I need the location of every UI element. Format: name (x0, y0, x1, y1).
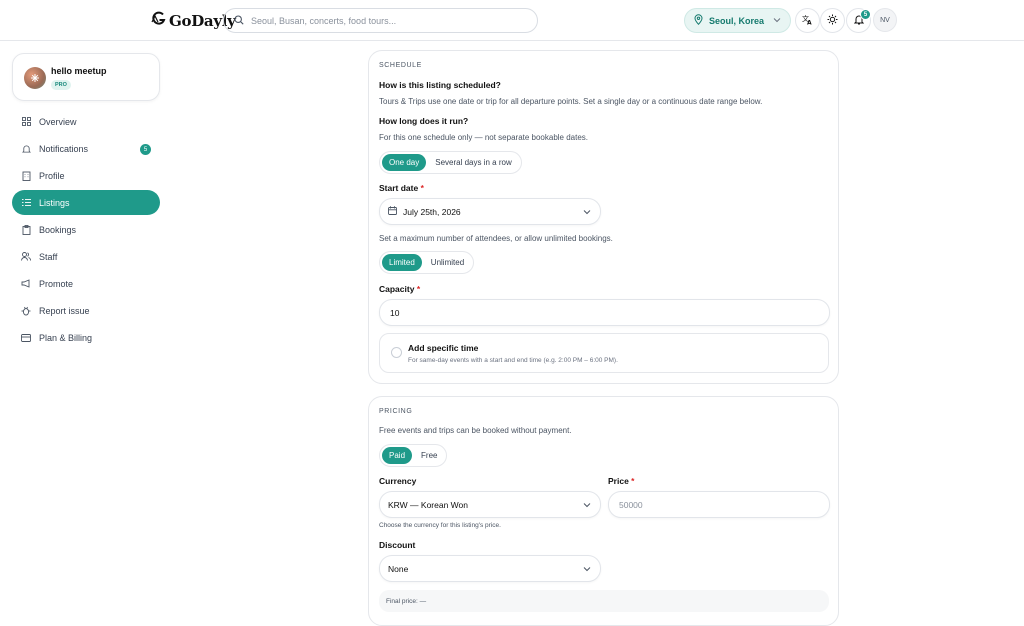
discount-select[interactable]: None (379, 555, 601, 582)
clipboard-icon (21, 224, 31, 235)
sidebar-item-listings[interactable]: Listings (12, 190, 160, 215)
start-date-label-text: Start date (379, 183, 419, 193)
sidebar: hello meetup PRO Overview Notifications … (0, 41, 172, 607)
start-date-label: Start date * (379, 183, 424, 193)
org-name: hello meetup (51, 66, 107, 76)
currency-help: Choose the currency for this listing's p… (379, 522, 501, 529)
sidebar-item-promote[interactable]: Promote (12, 271, 160, 296)
required-marker: * (420, 183, 424, 193)
pricing-card: PRICING Free events and trips can be boo… (368, 396, 839, 626)
several-days-option[interactable]: Several days in a row (428, 154, 518, 171)
specific-time-option[interactable]: Add specific time For same-day events wi… (379, 333, 829, 373)
final-price: Final price: — (379, 590, 829, 612)
list-icon (21, 198, 31, 208)
capacity-input[interactable] (379, 299, 830, 326)
sidebar-item-staff[interactable]: Staff (12, 244, 160, 269)
attendees-help: Set a maximum number of attendees, or al… (379, 234, 613, 243)
sidebar-item-bookings[interactable]: Bookings (12, 217, 160, 242)
limited-option[interactable]: Limited (382, 254, 422, 271)
sidebar-nav: Overview Notifications 5 Profile Listing… (12, 109, 160, 352)
search-bar[interactable] (223, 8, 538, 33)
pricing-help: Free events and trips can be booked with… (379, 426, 572, 435)
capacity-toggle: Limited Unlimited (379, 251, 475, 274)
schedule-card: SCHEDULE How is this listing scheduled? … (368, 50, 839, 384)
currency-label: Currency (379, 476, 417, 486)
building-icon (21, 171, 31, 181)
search-icon (234, 12, 244, 30)
location-selector[interactable]: Seoul, Korea (684, 8, 791, 33)
megaphone-icon (21, 279, 31, 289)
discount-label: Discount (379, 540, 416, 550)
schedule-help: Tours & Trips use one date or trip for a… (379, 97, 763, 106)
top-bar: GoDayly Seoul, Korea 文A 5 NV (0, 0, 1024, 41)
capacity-label-text: Capacity (379, 284, 415, 294)
sidebar-item-label: Plan & Billing (39, 332, 93, 343)
sidebar-item-plan-billing[interactable]: Plan & Billing (12, 325, 160, 350)
bell-icon (21, 144, 31, 154)
plan-badge: PRO (51, 80, 71, 90)
start-date-value: July 25th, 2026 (403, 206, 461, 217)
notification-count-badge: 5 (860, 9, 871, 20)
chevron-down-icon (583, 565, 591, 575)
currency-value: KRW — Korean Won (388, 499, 468, 510)
duration-toggle: One day Several days in a row (379, 151, 522, 174)
chevron-down-icon (773, 16, 781, 26)
search-input[interactable] (251, 15, 511, 26)
sidebar-item-label: Notifications (39, 143, 89, 154)
sidebar-item-profile[interactable]: Profile (12, 163, 160, 188)
bug-icon (21, 306, 31, 316)
schedule-question: How is this listing scheduled? (379, 80, 501, 90)
grid-icon (21, 117, 31, 127)
price-input[interactable] (608, 491, 830, 518)
pricing-section-title: PRICING (379, 408, 413, 415)
price-label: Price * (608, 476, 634, 486)
paid-option[interactable]: Paid (382, 447, 413, 464)
sidebar-item-label: Overview (39, 116, 77, 127)
specific-time-radio[interactable] (391, 347, 402, 358)
sidebar-item-label: Listings (39, 197, 70, 208)
schedule-section-title: SCHEDULE (379, 62, 422, 69)
user-avatar[interactable]: NV (873, 8, 897, 32)
free-option[interactable]: Free (414, 447, 444, 464)
sidebar-item-label: Staff (39, 251, 58, 262)
svg-text:A: A (807, 19, 812, 25)
notifications-count-badge: 5 (140, 144, 151, 155)
pricing-toggle: Paid Free (379, 444, 448, 467)
capacity-label: Capacity * (379, 284, 420, 294)
unlimited-option[interactable]: Unlimited (424, 254, 471, 271)
discount-value: None (388, 563, 409, 574)
translate-button[interactable]: 文A (795, 8, 820, 33)
chevron-down-icon (583, 208, 591, 218)
sidebar-item-label: Bookings (39, 224, 77, 235)
specific-time-title: Add specific time (408, 343, 479, 353)
translate-icon: 文A (802, 12, 813, 30)
specific-time-help: For same-day events with a start and end… (408, 357, 618, 364)
required-marker: * (416, 284, 421, 294)
sidebar-item-label: Report issue (39, 305, 90, 316)
one-day-option[interactable]: One day (382, 154, 427, 171)
required-marker: * (631, 476, 635, 486)
sidebar-item-label: Profile (39, 170, 65, 181)
org-card[interactable]: hello meetup PRO (12, 53, 160, 101)
start-date-picker[interactable]: July 25th, 2026 (379, 198, 601, 225)
sidebar-item-label: Promote (39, 278, 74, 289)
credit-card-icon (21, 333, 31, 343)
org-avatar (24, 67, 46, 89)
theme-toggle-button[interactable] (820, 8, 845, 33)
logo-mark-icon (151, 10, 167, 31)
chevron-down-icon (583, 501, 591, 511)
sidebar-item-overview[interactable]: Overview (12, 109, 160, 134)
sidebar-item-report-issue[interactable]: Report issue (12, 298, 160, 323)
calendar-icon (388, 206, 397, 217)
duration-help: For this one schedule only — not separat… (379, 133, 589, 142)
currency-select[interactable]: KRW — Korean Won (379, 491, 601, 518)
duration-question: How long does it run? (379, 116, 469, 126)
price-label-text: Price (608, 476, 629, 486)
sidebar-item-notifications[interactable]: Notifications 5 (12, 136, 160, 161)
location-label: Seoul, Korea (709, 15, 765, 26)
map-pin-icon (694, 14, 703, 27)
sun-icon (827, 12, 838, 30)
users-icon (21, 252, 31, 262)
